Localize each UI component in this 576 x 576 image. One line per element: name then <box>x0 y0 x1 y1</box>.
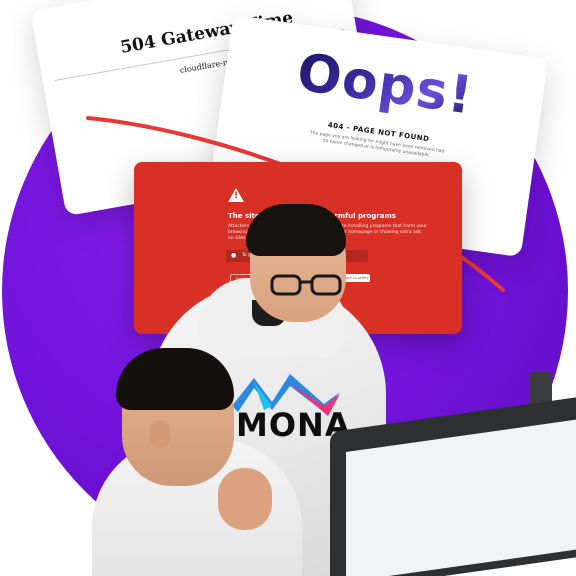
oops-headline: Oops! <box>293 42 477 127</box>
back-to-safety-button[interactable]: Back to safety <box>342 274 370 282</box>
pin-icon: ● <box>231 252 237 259</box>
glasses-icon <box>270 274 342 296</box>
standing-person-hair <box>246 204 346 256</box>
seated-person-hand <box>218 468 272 530</box>
seated-person-ear <box>150 420 170 448</box>
warning-mark: ! <box>234 191 239 201</box>
scene: 504 Gateway Time cloudflare-nginx Oops! … <box>0 0 576 576</box>
